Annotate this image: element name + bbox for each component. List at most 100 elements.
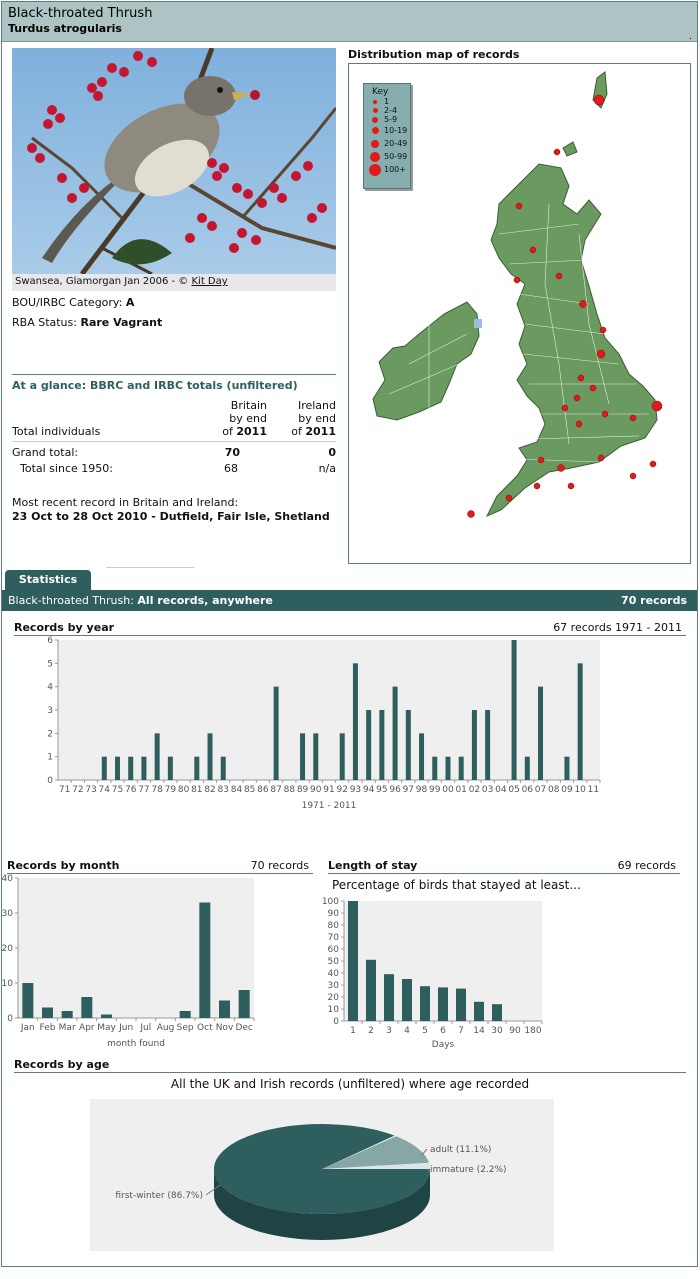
- grand-total-ireland: 0: [328, 446, 336, 459]
- map-key-label: 10-19: [384, 126, 408, 135]
- x-tick-label: Jan: [20, 1023, 35, 1033]
- x-axis-label: 1971 - 2011: [302, 801, 357, 811]
- bar: [577, 663, 583, 780]
- grand-total-label: Grand total:: [12, 446, 79, 459]
- y-tick-label: 5: [47, 659, 53, 669]
- bar: [458, 756, 464, 780]
- tab-statistics[interactable]: Statistics: [5, 570, 91, 590]
- bar: [474, 1001, 484, 1021]
- bar: [379, 710, 385, 780]
- category-value: A: [125, 296, 135, 309]
- x-tick-label: 87: [270, 785, 281, 795]
- bar: [141, 756, 147, 780]
- bird-photo: [12, 48, 336, 274]
- category-line: BOU/IRBC Category: A: [12, 296, 134, 309]
- x-tick-label: 86: [257, 785, 269, 795]
- bar: [471, 710, 477, 780]
- stay-chart-summary: 69 records: [617, 859, 676, 872]
- map-key-item: 20-49: [364, 137, 410, 150]
- x-tick-label: Oct: [197, 1023, 213, 1033]
- x-tick-label: 90: [310, 785, 322, 795]
- map-key-dot: [369, 163, 381, 176]
- distribution-map[interactable]: Key 1 2-4 5-9 10-19 20-49 50-99 100+: [348, 63, 691, 564]
- x-tick-label: Jul: [139, 1023, 151, 1033]
- corner-mark: .: [689, 32, 692, 42]
- y-tick-label: 0: [47, 776, 53, 786]
- caption-text: Swansea, Glamorgan Jan 2006 - ©: [15, 276, 189, 287]
- ireland-header-line3: of 2011: [291, 425, 336, 438]
- y-tick-label: 80: [328, 921, 340, 931]
- bar: [42, 1007, 53, 1018]
- x-tick-label: 82: [204, 785, 215, 795]
- x-axis-label: Days: [432, 1040, 455, 1050]
- x-tick-label: 71: [59, 785, 70, 795]
- x-tick-label: 09: [561, 785, 573, 795]
- x-tick-label: 99: [429, 785, 441, 795]
- bar: [492, 1004, 502, 1021]
- bar: [438, 987, 448, 1021]
- y-tick-label: 40: [2, 874, 13, 884]
- age-chart-header: Records by age: [14, 1058, 686, 1073]
- photo-credit-link[interactable]: Kit Day: [191, 276, 227, 287]
- pie-slice-label: adult (11.1%): [430, 1145, 491, 1155]
- bar: [128, 756, 134, 780]
- y-tick-label: 10: [2, 979, 13, 989]
- rba-value: Rare Vagrant: [80, 316, 163, 329]
- x-tick-label: 4: [404, 1026, 410, 1036]
- ireland-header-line1: Ireland: [297, 399, 336, 412]
- bar: [313, 733, 319, 780]
- at-a-glance-title: At a glance: BBRC and IRBC totals (unfil…: [12, 374, 336, 392]
- rba-label: RBA Status:: [12, 316, 77, 329]
- ireland-column-header: Ireland by end of 2011: [240, 399, 336, 438]
- x-tick-label: 95: [376, 785, 387, 795]
- x-tick-label: 73: [85, 785, 96, 795]
- bar: [194, 756, 200, 780]
- recent-record-value: 23 Oct to 28 Oct 2010 - Dutfield, Fair I…: [12, 510, 330, 523]
- stay-chart-header: Length of stay 69 records: [328, 859, 680, 874]
- bar: [538, 686, 544, 780]
- map-key-dot: [373, 99, 377, 104]
- x-tick-label: 30: [491, 1026, 503, 1036]
- x-tick-label: 79: [165, 785, 177, 795]
- x-tick-label: 94: [363, 785, 375, 795]
- bar: [392, 686, 398, 780]
- map-key-item: 2-4: [364, 106, 410, 115]
- plot-area: [58, 640, 600, 780]
- map-key-title: Key: [372, 87, 389, 97]
- bar: [445, 756, 451, 780]
- rba-line: RBA Status: Rare Vagrant: [12, 316, 162, 329]
- x-tick-label: Feb: [40, 1023, 56, 1033]
- x-tick-label: 07: [535, 785, 546, 795]
- x-tick-label: 03: [482, 785, 493, 795]
- category-label: BOU/IRBC Category:: [12, 296, 123, 309]
- map-orkney: [562, 141, 578, 157]
- x-tick-label: 85: [244, 785, 255, 795]
- bar: [219, 1000, 230, 1018]
- x-tick-label: May: [97, 1023, 116, 1033]
- map-title: Distribution map of records: [348, 48, 520, 61]
- since-1950-ireland: n/a: [318, 462, 336, 475]
- x-tick-label: 81: [191, 785, 202, 795]
- x-tick-label: 3: [386, 1026, 392, 1036]
- x-tick-label: 80: [178, 785, 190, 795]
- map-great-britain: [485, 163, 658, 517]
- x-tick-label: 02: [469, 785, 480, 795]
- statistics-bar: Black-throated Thrush: All records, anyw…: [2, 590, 697, 611]
- x-tick-label: 08: [548, 785, 560, 795]
- map-key-label: 5-9: [384, 115, 398, 124]
- y-tick-label: 20: [328, 993, 340, 1003]
- x-tick-label: 77: [138, 785, 149, 795]
- since-1950-label: Total since 1950:: [20, 462, 113, 475]
- records-by-age-chart: first-winter (86.7%) adult (11.1%) immatur…: [90, 1099, 554, 1251]
- y-tick-label: 70: [328, 933, 340, 943]
- bar: [61, 1011, 73, 1018]
- x-tick-label: 7: [458, 1026, 464, 1036]
- y-tick-label: 0: [333, 1017, 339, 1027]
- records-by-month-chart: 0 10 20 30 40 Jan Feb Mar Apr May Jun Jul Aug Sep Oct N…: [2, 874, 255, 1049]
- y-tick-label: 1: [47, 753, 53, 763]
- bar: [273, 686, 279, 780]
- bar: [101, 1014, 112, 1018]
- length-of-stay-chart: 01020304050607080901001 2 3 4 5 6 7 14 30 90 180Da…: [322, 897, 543, 1050]
- x-tick-label: 11: [588, 785, 599, 795]
- x-tick-label: 72: [72, 785, 83, 795]
